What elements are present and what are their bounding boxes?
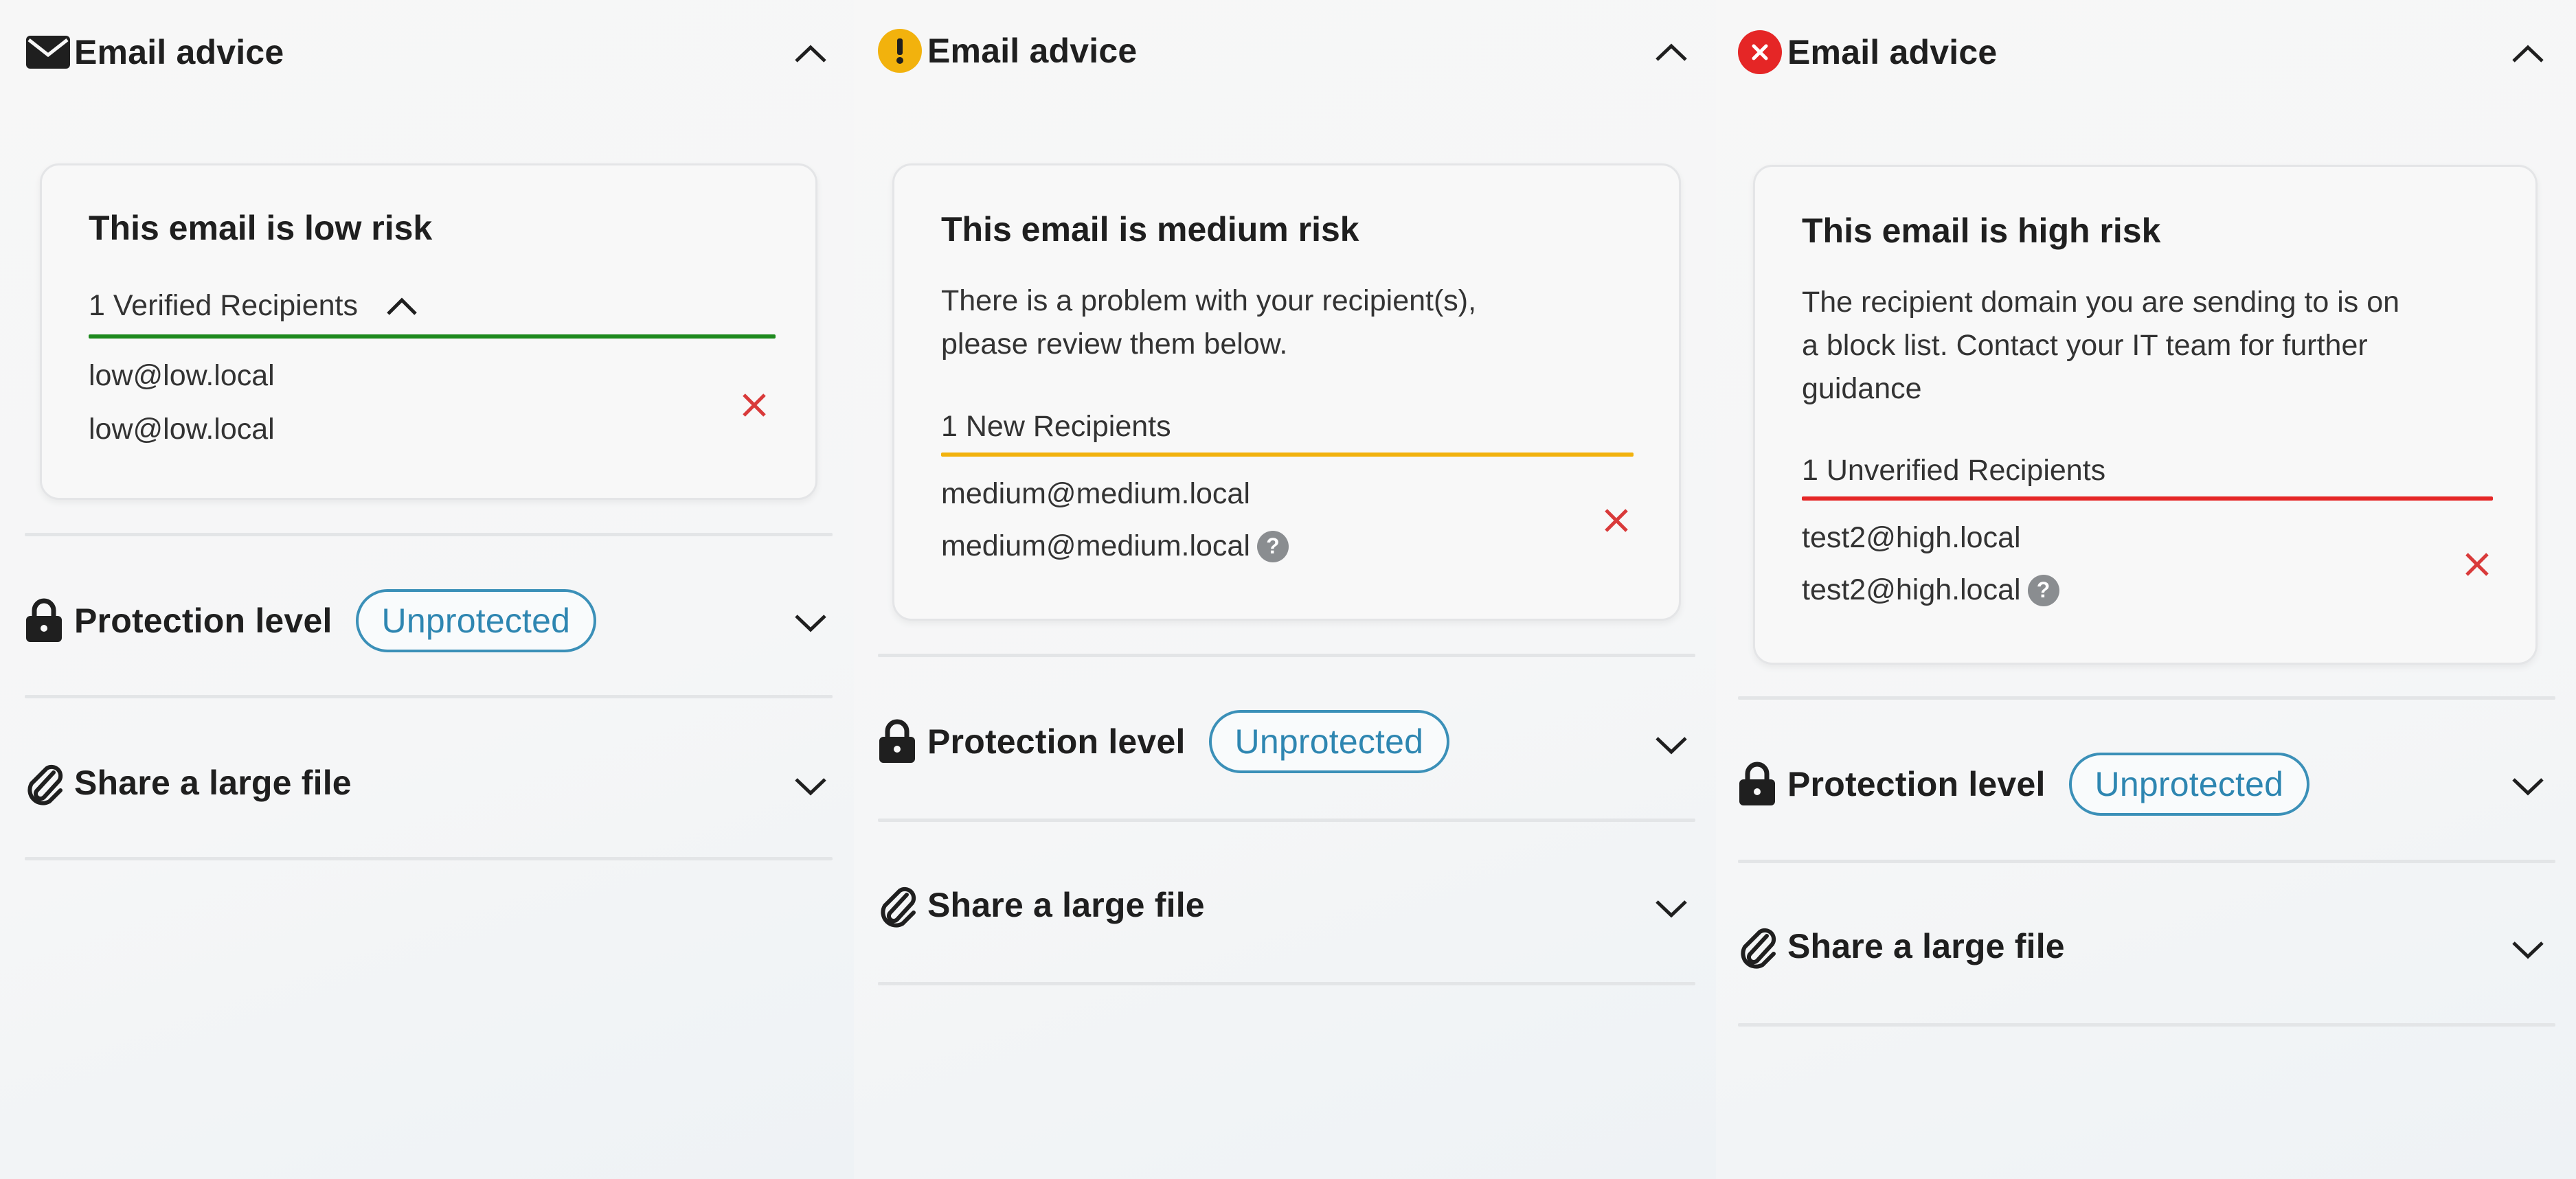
share-large-file-label: Share a large file [927, 886, 1205, 924]
protection-level-header[interactable]: Protection level Unprotected [1738, 753, 2310, 816]
risk-card: This email is medium risk There is a pro… [892, 163, 1681, 621]
recipients-header[interactable]: 1 Unverified Recipients [1802, 454, 2105, 488]
close-icon [743, 393, 766, 417]
section-divider [878, 819, 1695, 822]
risk-title: This email is high risk [1802, 211, 2161, 250]
protection-status-badge: Unprotected [1208, 710, 1450, 773]
chevron-down-icon[interactable] [791, 604, 830, 643]
protection-level-label: Protection level [927, 722, 1186, 761]
chevron-down-icon[interactable] [2509, 931, 2547, 970]
risk-description: The recipient domain you are sending to … [1802, 286, 2400, 405]
recipient-email: test2@high.local [1802, 573, 2021, 606]
recipient-email-row: test2@high.local ? [1802, 573, 2059, 607]
protection-level-label: Protection level [1787, 765, 2046, 803]
paperclip-icon [1738, 924, 1787, 969]
panel-high-risk: Email advice This email is high risk The… [1716, 0, 2576, 1179]
email-advice-header[interactable]: Email advice [878, 29, 1137, 73]
share-large-file-label: Share a large file [74, 764, 352, 802]
chevron-down-icon[interactable] [2509, 768, 2547, 806]
help-icon[interactable]: ? [2027, 574, 2059, 606]
panel-low-risk: Email advice This email is low risk 1 Ve… [0, 0, 854, 1179]
risk-title: This email is medium risk [941, 210, 1359, 249]
section-divider [1738, 1023, 2555, 1027]
error-icon [1738, 30, 1787, 74]
recipient-email: medium@medium.local [941, 529, 1250, 562]
warning-icon [878, 29, 927, 73]
close-icon [1605, 509, 1628, 532]
section-divider [878, 654, 1695, 657]
recipient-email-row: medium@medium.local ? [941, 529, 1289, 563]
risk-indicator-line [941, 453, 1634, 457]
chevron-down-icon[interactable] [791, 768, 830, 806]
email-advice-header[interactable]: Email advice [25, 30, 284, 74]
risk-indicator-line [1802, 496, 2493, 501]
chevron-up-icon[interactable] [1652, 33, 1691, 71]
protection-level-label: Protection level [74, 602, 332, 640]
chevron-down-icon[interactable] [1652, 726, 1691, 765]
envelope-icon [25, 30, 74, 74]
recipient-email: medium@medium.local [941, 477, 1250, 510]
email-advice-title: Email advice [1787, 33, 1998, 71]
chevron-up-icon[interactable] [2509, 34, 2547, 73]
remove-recipient-button[interactable] [1599, 503, 1634, 538]
paperclip-icon [25, 761, 74, 805]
email-advice-title: Email advice [927, 32, 1138, 70]
share-large-file-header[interactable]: Share a large file [25, 761, 352, 805]
section-divider [1738, 696, 2555, 700]
section-divider [1738, 860, 2555, 863]
protection-status-badge: Unprotected [2068, 753, 2310, 816]
lock-icon [878, 719, 927, 764]
protection-level-header[interactable]: Protection level Unprotected [878, 710, 1450, 773]
recipients-header[interactable]: 1 New Recipients [941, 410, 1171, 444]
chevron-up-icon [387, 297, 417, 315]
section-divider [25, 533, 833, 536]
section-divider [25, 857, 833, 860]
risk-title: This email is low risk [89, 209, 433, 247]
paperclip-icon [878, 883, 927, 928]
risk-indicator-line [89, 334, 776, 339]
recipients-header: 1 Verified Recipients [89, 289, 358, 322]
lock-icon [25, 598, 74, 643]
remove-recipient-button[interactable] [737, 388, 771, 422]
section-divider [25, 695, 833, 698]
remove-recipient-button[interactable] [2460, 547, 2494, 582]
risk-card: This email is low risk 1 Verified Recipi… [40, 163, 817, 500]
help-icon[interactable]: ? [1256, 530, 1289, 562]
recipient-email: low@low.local [89, 359, 275, 392]
risk-card: This email is high risk The recipient do… [1753, 165, 2538, 665]
share-large-file-header[interactable]: Share a large file [878, 883, 1205, 928]
close-icon [2465, 553, 2489, 576]
panel-medium-risk: Email advice This email is medium risk T… [854, 0, 1716, 1179]
email-advice-header[interactable]: Email advice [1738, 30, 1997, 74]
protection-status-badge: Unprotected [355, 589, 597, 652]
email-advice-title: Email advice [74, 33, 284, 71]
lock-icon [1738, 762, 1787, 806]
protection-level-header[interactable]: Protection level Unprotected [25, 589, 597, 652]
section-divider [878, 982, 1695, 985]
recipient-email: test2@high.local [1802, 521, 2021, 554]
risk-description: There is a problem with your recipient(s… [941, 284, 1477, 360]
share-large-file-header[interactable]: Share a large file [1738, 924, 2065, 969]
chevron-down-icon[interactable] [1652, 890, 1691, 928]
chevron-up-icon[interactable] [791, 34, 830, 73]
recipients-toggle[interactable]: 1 Verified Recipients [89, 289, 418, 323]
recipient-email: low@low.local [89, 413, 275, 446]
share-large-file-label: Share a large file [1787, 927, 2065, 965]
